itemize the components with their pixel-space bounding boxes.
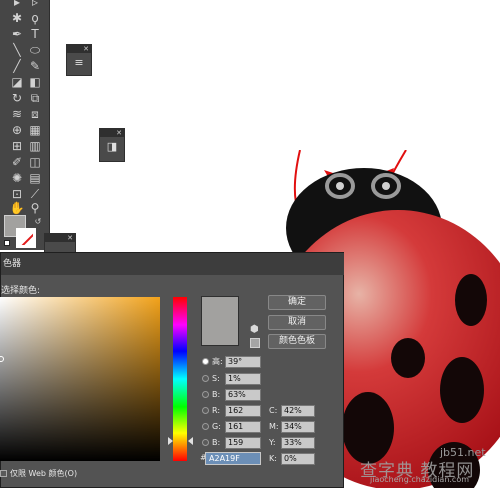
green-input[interactable]: 161 — [225, 421, 261, 433]
websafe-color-chip[interactable] — [250, 338, 260, 348]
tools-panel: ▸ ▹ ✱ ϙ ✒ T ╲ ⬭ ╱ ✎ ◪ ◧ ↻ ⧉ ≋ ⧈ ⊕ ▦ ⊞ ▥ … — [0, 0, 50, 250]
menu-lines-icon: ≡ — [74, 56, 84, 69]
saturation-field-row: S: 1% — [202, 373, 272, 385]
saturation-brightness-field[interactable] — [0, 297, 160, 461]
width-tool-icon[interactable]: ≋ — [9, 106, 25, 122]
swap-colors-icon[interactable]: ↺ — [30, 214, 46, 230]
rotate-tool-icon[interactable]: ↻ — [9, 90, 25, 106]
spot-2 — [391, 338, 425, 378]
red-input[interactable]: 162 — [225, 405, 261, 417]
saturation-radio[interactable] — [202, 375, 209, 382]
cyan-field-row: C: 42% — [269, 405, 319, 417]
dialog-title: 色器 — [1, 253, 344, 275]
green-radio[interactable] — [202, 423, 209, 430]
color-swatches-button[interactable]: 颜色色板 — [268, 334, 326, 349]
collapsed-panel-layers[interactable]: ✕ ≡ — [66, 44, 92, 76]
perspective-grid-tool-icon[interactable]: ▦ — [27, 122, 43, 138]
red-field-row: R: 162 — [202, 405, 272, 417]
select-color-label: 选择颜色: — [1, 286, 41, 296]
black-field-row: K: 0% — [269, 453, 319, 465]
type-tool-icon[interactable]: T — [27, 26, 43, 42]
default-colors-icon[interactable] — [4, 240, 10, 246]
red-radio[interactable] — [202, 407, 209, 414]
brightness-field-row: B: 63% — [202, 389, 272, 401]
shape-builder-tool-icon[interactable]: ⊕ — [9, 122, 25, 138]
cancel-button[interactable]: 取消 — [268, 315, 326, 330]
hex-input[interactable]: A2A19F — [205, 452, 261, 465]
blue-radio[interactable] — [202, 439, 209, 446]
black-input[interactable]: 0% — [281, 453, 315, 465]
watermark: jb51.net 查字典 教程网 jiaocheng.chazidian.com — [360, 446, 486, 484]
mesh-tool-icon[interactable]: ⊞ — [9, 138, 25, 154]
pupil-right — [382, 182, 390, 190]
selection-tool-icon[interactable]: ▸ — [9, 0, 25, 10]
line-tool-icon[interactable]: ╲ — [9, 42, 25, 58]
symbol-sprayer-tool-icon[interactable]: ✺ — [9, 170, 25, 186]
hue-slider-handle-right[interactable] — [188, 437, 193, 445]
cyan-input[interactable]: 42% — [281, 405, 315, 417]
ok-button[interactable]: 确定 — [268, 295, 326, 310]
pupil-left — [336, 182, 344, 190]
hue-field-row: 高: 39° — [202, 356, 272, 368]
web-colors-only-label[interactable]: 仅限 Web 颜色(O) — [10, 468, 77, 479]
collapsed-panel-gradient[interactable]: ✕ ◨ — [99, 128, 125, 162]
gradient-tool-icon[interactable]: ▥ — [27, 138, 43, 154]
ellipse-tool-icon[interactable]: ⬭ — [27, 42, 43, 58]
spot-1 — [455, 274, 487, 326]
pen-tool-icon[interactable]: ✒ — [9, 26, 25, 42]
gradient-panel-icon: ◨ — [106, 140, 118, 153]
yellow-field-row: Y: 33% — [269, 437, 319, 449]
paintbrush-tool-icon[interactable]: ╱ — [9, 58, 25, 74]
magic-wand-tool-icon[interactable]: ✱ — [9, 10, 25, 26]
column-graph-tool-icon[interactable]: ▤ — [27, 170, 43, 186]
blue-field-row: B: 159 — [202, 437, 272, 449]
lasso-tool-icon[interactable]: ϙ — [27, 10, 43, 26]
brightness-input[interactable]: 63% — [225, 389, 261, 401]
eyedropper-tool-icon[interactable]: ✐ — [9, 154, 25, 170]
magenta-input[interactable]: 34% — [281, 421, 315, 433]
green-field-row: G: 161 — [202, 421, 272, 433]
hue-radio[interactable] — [202, 358, 209, 365]
spot-3 — [440, 357, 484, 423]
blob-brush-tool-icon[interactable]: ◪ — [9, 74, 25, 90]
magenta-field-row: M: 34% — [269, 421, 319, 433]
new-color-preview — [201, 296, 239, 346]
pencil-tool-icon[interactable]: ✎ — [27, 58, 43, 74]
yellow-input[interactable]: 33% — [281, 437, 315, 449]
saturation-input[interactable]: 1% — [225, 373, 261, 385]
brightness-radio[interactable] — [202, 391, 209, 398]
web-colors-only-checkbox[interactable] — [0, 470, 7, 477]
direct-selection-tool-icon[interactable]: ▹ — [27, 0, 43, 10]
free-transform-tool-icon[interactable]: ⧈ — [27, 106, 43, 122]
scale-tool-icon[interactable]: ⧉ — [27, 90, 43, 106]
hue-input[interactable]: 39° — [225, 356, 261, 368]
hand-tool-icon[interactable]: ✋ — [9, 200, 25, 216]
blend-tool-icon[interactable]: ◫ — [27, 154, 43, 170]
websafe-cube-icon[interactable]: ⬢ — [250, 325, 260, 335]
hue-slider[interactable] — [173, 297, 187, 461]
hue-slider-handle-left[interactable] — [168, 437, 173, 445]
eraser-tool-icon[interactable]: ◧ — [27, 74, 43, 90]
stroke-color-swatch[interactable] — [16, 228, 36, 248]
blue-input[interactable]: 159 — [225, 437, 261, 449]
